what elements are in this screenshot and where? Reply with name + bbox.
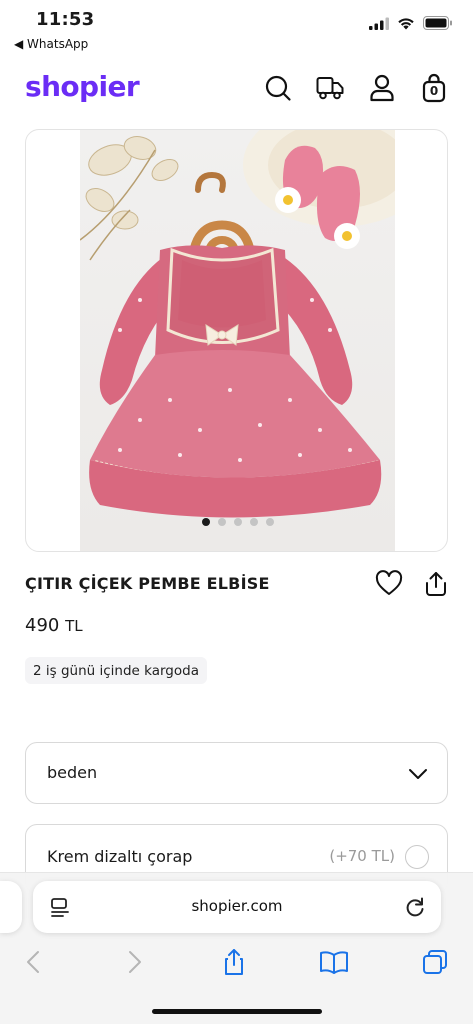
product-price: 490 TL (25, 615, 83, 636)
account-button[interactable] (367, 73, 397, 103)
size-select-label: beden (47, 763, 98, 782)
signal-icon (369, 17, 389, 30)
reload-icon[interactable] (403, 895, 427, 919)
gallery-dot[interactable] (217, 518, 226, 526)
status-bar: 11:53 ◀ WhatsApp (0, 0, 473, 56)
status-icons (369, 16, 453, 30)
price-value: 490 (25, 615, 60, 636)
user-icon (370, 74, 394, 102)
share-icon[interactable] (423, 570, 449, 598)
tabs-icon (423, 950, 447, 974)
search-icon (265, 75, 291, 101)
book-icon (320, 951, 348, 974)
heart-icon[interactable] (375, 570, 403, 596)
header-actions: 0 (263, 73, 449, 103)
home-indicator (152, 1009, 322, 1014)
status-time: 11:53 (36, 9, 95, 30)
share-icon (225, 949, 243, 975)
product-actions (375, 570, 449, 598)
share-page-button[interactable] (219, 947, 249, 977)
browser-toolbar (0, 947, 473, 977)
truck-icon (316, 77, 344, 100)
addon-price: (+70 TL) (329, 847, 395, 865)
chevron-right-icon (129, 951, 141, 973)
forward-button[interactable] (120, 947, 150, 977)
back-to-app-link[interactable]: ◀ WhatsApp (14, 37, 88, 51)
previous-tab-preview[interactable] (0, 881, 22, 933)
size-select[interactable]: beden (25, 742, 448, 804)
product-title: ÇITIR ÇİÇEK PEMBE ELBİSE (25, 574, 270, 593)
product-image-gallery[interactable] (25, 129, 448, 552)
addon-label: Krem dizaltı çorap (47, 847, 193, 866)
battery-icon (423, 16, 452, 30)
shopier-logo[interactable]: shopier (25, 70, 140, 103)
cart-button[interactable]: 0 (419, 73, 449, 103)
back-button[interactable] (18, 947, 48, 977)
dress-illustration (80, 130, 395, 518)
search-button[interactable] (263, 73, 293, 103)
bookmarks-button[interactable] (319, 947, 349, 977)
address-bar[interactable]: shopier.com (33, 881, 441, 933)
addon-radio[interactable] (405, 845, 429, 869)
product-photo (80, 130, 395, 551)
chevron-left-icon (27, 951, 39, 973)
gallery-dot[interactable] (249, 518, 258, 526)
gallery-dot[interactable] (265, 518, 274, 526)
site-header: shopier 0 (0, 64, 473, 116)
chevron-down-icon (409, 769, 427, 779)
price-currency: TL (65, 617, 83, 635)
browser-bottom-bar: shopier.com (0, 872, 473, 1024)
url-text: shopier.com (191, 897, 283, 915)
gallery-dot[interactable] (201, 518, 210, 526)
wifi-icon (398, 17, 414, 29)
shipping-button[interactable] (315, 73, 345, 103)
shipping-badge: 2 iş günü içinde kargoda (25, 657, 207, 684)
gallery-dot[interactable] (233, 518, 242, 526)
tabs-button[interactable] (420, 947, 450, 977)
cart-count: 0 (429, 84, 439, 98)
gallery-pagination (26, 518, 447, 526)
